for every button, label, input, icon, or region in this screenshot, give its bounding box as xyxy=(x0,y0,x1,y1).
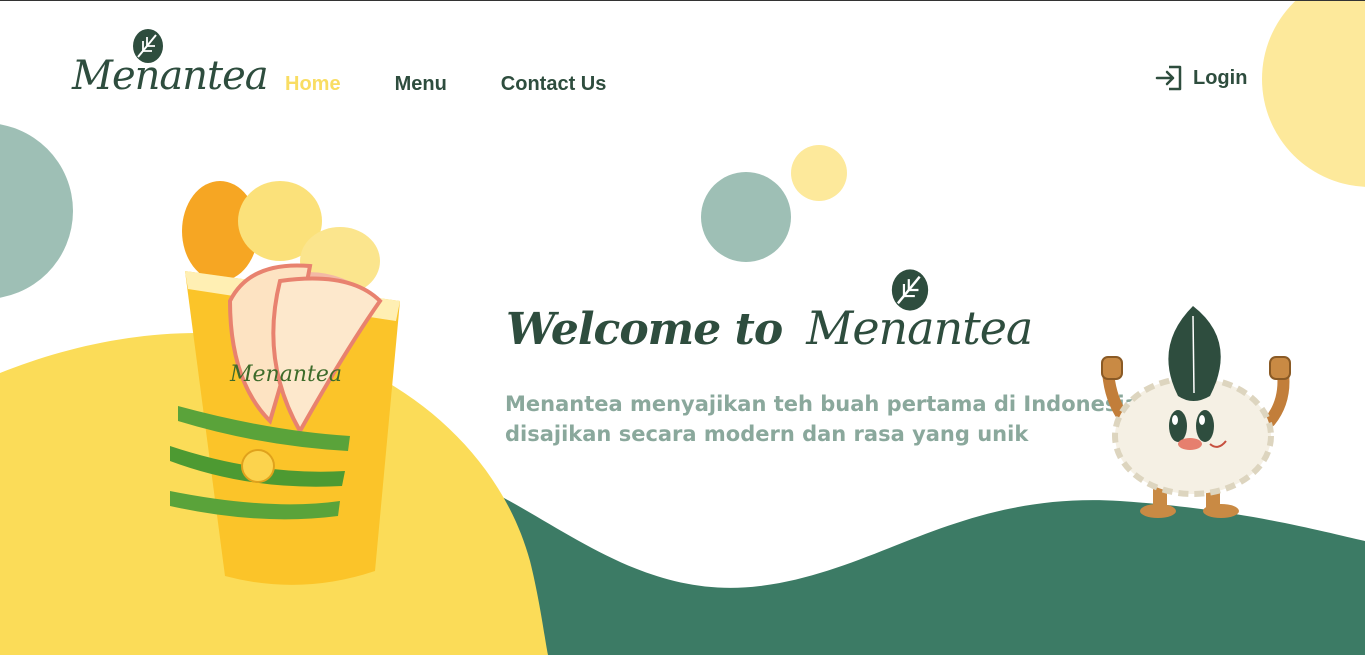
cup-brand-text: Menantea xyxy=(229,362,342,387)
logo-text: Menantea xyxy=(72,53,269,99)
login-button[interactable]: Login xyxy=(1155,65,1247,91)
main-nav: Home Menu Contact Us xyxy=(285,73,606,96)
nav-contact-us[interactable]: Contact Us xyxy=(501,73,607,96)
nav-menu[interactable]: Menu xyxy=(395,73,447,96)
hero-subtitle-line-1: Menantea menyajikan teh buah pertama di … xyxy=(505,392,1139,416)
mascot-illustration xyxy=(1101,306,1291,518)
hero-subtitle-line-2: disajikan secara modern dan rasa yang un… xyxy=(505,422,1029,446)
hero-title-prefix: Welcome to xyxy=(506,304,783,355)
hero-subtitle: Menantea menyajikan teh buah pertama di … xyxy=(505,389,1139,449)
login-arrow-icon xyxy=(1155,65,1182,91)
brand-logo[interactable]: Menantea xyxy=(72,27,269,102)
top-right-circle xyxy=(1262,1,1365,187)
hero-title-brand: Menantea xyxy=(806,269,1033,355)
teal-bubble xyxy=(701,172,791,262)
hero-heading: Welcome to Menantea xyxy=(506,269,1033,355)
left-teal-circle xyxy=(0,124,73,298)
leaf-icon xyxy=(892,269,929,311)
yellow-bubble xyxy=(791,145,847,201)
login-label: Login xyxy=(1193,66,1248,89)
fruit-tea-cup-image: Menantea xyxy=(170,181,400,585)
nav-home[interactable]: Home xyxy=(285,73,341,96)
